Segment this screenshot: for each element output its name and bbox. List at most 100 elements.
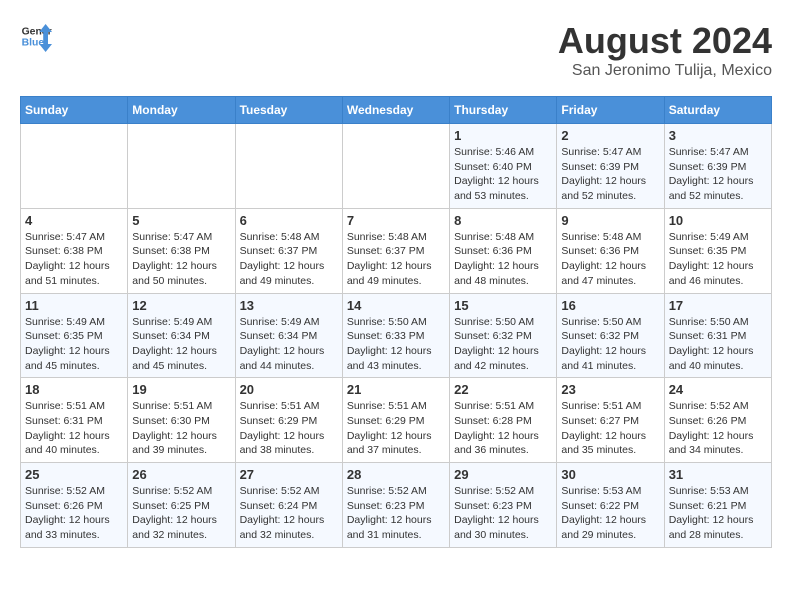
calendar-cell: 13Sunrise: 5:49 AMSunset: 6:34 PMDayligh… — [235, 293, 342, 378]
day-header-saturday: Saturday — [664, 97, 771, 124]
day-number: 6 — [240, 213, 338, 228]
calendar-table: SundayMondayTuesdayWednesdayThursdayFrid… — [20, 96, 772, 548]
day-info: Sunrise: 5:49 AMSunset: 6:35 PMDaylight:… — [669, 230, 767, 289]
calendar-cell: 26Sunrise: 5:52 AMSunset: 6:25 PMDayligh… — [128, 463, 235, 548]
day-info: Sunrise: 5:47 AMSunset: 6:38 PMDaylight:… — [132, 230, 230, 289]
day-number: 30 — [561, 467, 659, 482]
day-number: 31 — [669, 467, 767, 482]
day-info: Sunrise: 5:47 AMSunset: 6:39 PMDaylight:… — [561, 145, 659, 204]
week-row-2: 4 Sunrise: 5:47 AMSunset: 6:38 PMDaylight… — [21, 208, 772, 293]
day-info: Sunrise: 5:53 AMSunset: 6:21 PMDaylight:… — [669, 484, 767, 543]
day-number: 15 — [454, 298, 552, 313]
day-info: Sunrise: 5:49 AMSunset: 6:35 PMDaylight:… — [25, 315, 123, 374]
day-info: Sunrise: 5:48 AMSunset: 6:37 PMDaylight:… — [240, 230, 338, 289]
day-number: 9 — [561, 213, 659, 228]
day-number: 14 — [347, 298, 445, 313]
calendar-cell: 7Sunrise: 5:48 AMSunset: 6:37 PMDaylight… — [342, 208, 449, 293]
calendar-cell: 24Sunrise: 5:52 AMSunset: 6:26 PMDayligh… — [664, 378, 771, 463]
day-info: Sunrise: 5:51 AMSunset: 6:31 PMDaylight:… — [25, 399, 123, 458]
day-info: Sunrise: 5:52 AMSunset: 6:23 PMDaylight:… — [454, 484, 552, 543]
day-number: 18 — [25, 382, 123, 397]
day-number: 17 — [669, 298, 767, 313]
calendar-cell — [128, 124, 235, 209]
calendar-cell: 28 Sunrise: 5:52 AMSunset: 6:23 PMDayligh… — [342, 463, 449, 548]
day-info: Sunrise: 5:48 AMSunset: 6:36 PMDaylight:… — [454, 230, 552, 289]
day-header-wednesday: Wednesday — [342, 97, 449, 124]
day-number: 11 — [25, 298, 123, 313]
svg-text:Blue: Blue — [22, 38, 45, 49]
calendar-cell: 25Sunrise: 5:52 AMSunset: 6:26 PMDayligh… — [21, 463, 128, 548]
day-info: Sunrise: 5:51 AMSunset: 6:29 PMDaylight:… — [347, 399, 445, 458]
calendar-cell: 14 Sunrise: 5:50 AMSunset: 6:33 PMDayligh… — [342, 293, 449, 378]
day-header-tuesday: Tuesday — [235, 97, 342, 124]
day-header-monday: Monday — [128, 97, 235, 124]
day-number: 29 — [454, 467, 552, 482]
calendar-cell: 9 Sunrise: 5:48 AMSunset: 6:36 PMDaylight… — [557, 208, 664, 293]
calendar-cell: 18 Sunrise: 5:51 AMSunset: 6:31 PMDayligh… — [21, 378, 128, 463]
logo-icon: General Blue — [20, 20, 52, 52]
day-info: Sunrise: 5:52 AMSunset: 6:23 PMDaylight:… — [347, 484, 445, 543]
day-info: Sunrise: 5:48 AMSunset: 6:36 PMDaylight:… — [561, 230, 659, 289]
day-info: Sunrise: 5:51 AMSunset: 6:27 PMDaylight:… — [561, 399, 659, 458]
calendar-cell: 22 Sunrise: 5:51 AMSunset: 6:28 PMDayligh… — [450, 378, 557, 463]
calendar-cell: 6 Sunrise: 5:48 AMSunset: 6:37 PMDaylight… — [235, 208, 342, 293]
title-area: August 2024 San Jeronimo Tulija, Mexico — [558, 20, 772, 80]
calendar-header: SundayMondayTuesdayWednesdayThursdayFrid… — [21, 97, 772, 124]
day-info: Sunrise: 5:50 AMSunset: 6:31 PMDaylight:… — [669, 315, 767, 374]
day-info: Sunrise: 5:50 AMSunset: 6:32 PMDaylight:… — [561, 315, 659, 374]
calendar-cell: 11 Sunrise: 5:49 AMSunset: 6:35 PMDayligh… — [21, 293, 128, 378]
calendar-cell: 2 Sunrise: 5:47 AMSunset: 6:39 PMDaylight… — [557, 124, 664, 209]
day-info: Sunrise: 5:51 AMSunset: 6:29 PMDaylight:… — [240, 399, 338, 458]
day-number: 12 — [132, 298, 230, 313]
day-number: 28 — [347, 467, 445, 482]
header: General Blue August 2024 San Jeronimo Tu… — [20, 20, 772, 80]
calendar-cell: 29 Sunrise: 5:52 AMSunset: 6:23 PMDayligh… — [450, 463, 557, 548]
day-number: 8 — [454, 213, 552, 228]
calendar-cell — [342, 124, 449, 209]
calendar-cell: 3Sunrise: 5:47 AMSunset: 6:39 PMDaylight… — [664, 124, 771, 209]
day-info: Sunrise: 5:52 AMSunset: 6:26 PMDaylight:… — [669, 399, 767, 458]
calendar-cell: 21Sunrise: 5:51 AMSunset: 6:29 PMDayligh… — [342, 378, 449, 463]
day-header-sunday: Sunday — [21, 97, 128, 124]
location: San Jeronimo Tulija, Mexico — [558, 62, 772, 80]
week-row-1: 1Sunrise: 5:46 AMSunset: 6:40 PMDaylight… — [21, 124, 772, 209]
day-number: 13 — [240, 298, 338, 313]
calendar-cell: 4 Sunrise: 5:47 AMSunset: 6:38 PMDaylight… — [21, 208, 128, 293]
day-info: Sunrise: 5:53 AMSunset: 6:22 PMDaylight:… — [561, 484, 659, 543]
day-number: 22 — [454, 382, 552, 397]
day-info: Sunrise: 5:52 AMSunset: 6:26 PMDaylight:… — [25, 484, 123, 543]
calendar-cell: 16 Sunrise: 5:50 AMSunset: 6:32 PMDayligh… — [557, 293, 664, 378]
day-number: 23 — [561, 382, 659, 397]
day-number: 16 — [561, 298, 659, 313]
day-info: Sunrise: 5:49 AMSunset: 6:34 PMDaylight:… — [132, 315, 230, 374]
calendar-cell: 23 Sunrise: 5:51 AMSunset: 6:27 PMDayligh… — [557, 378, 664, 463]
calendar-cell: 8 Sunrise: 5:48 AMSunset: 6:36 PMDaylight… — [450, 208, 557, 293]
calendar-cell — [21, 124, 128, 209]
day-header-thursday: Thursday — [450, 97, 557, 124]
day-info: Sunrise: 5:51 AMSunset: 6:30 PMDaylight:… — [132, 399, 230, 458]
calendar-cell: 31 Sunrise: 5:53 AMSunset: 6:21 PMDayligh… — [664, 463, 771, 548]
day-info: Sunrise: 5:46 AMSunset: 6:40 PMDaylight:… — [454, 145, 552, 204]
day-info: Sunrise: 5:47 AMSunset: 6:38 PMDaylight:… — [25, 230, 123, 289]
day-number: 20 — [240, 382, 338, 397]
calendar-cell: 30 Sunrise: 5:53 AMSunset: 6:22 PMDayligh… — [557, 463, 664, 548]
day-number: 5 — [132, 213, 230, 228]
calendar-cell: 15 Sunrise: 5:50 AMSunset: 6:32 PMDayligh… — [450, 293, 557, 378]
calendar-cell — [235, 124, 342, 209]
day-info: Sunrise: 5:50 AMSunset: 6:33 PMDaylight:… — [347, 315, 445, 374]
day-info: Sunrise: 5:52 AMSunset: 6:24 PMDaylight:… — [240, 484, 338, 543]
day-number: 4 — [25, 213, 123, 228]
calendar-body: 1Sunrise: 5:46 AMSunset: 6:40 PMDaylight… — [21, 124, 772, 548]
week-row-5: 25Sunrise: 5:52 AMSunset: 6:26 PMDayligh… — [21, 463, 772, 548]
day-header-friday: Friday — [557, 97, 664, 124]
day-number: 10 — [669, 213, 767, 228]
day-number: 2 — [561, 128, 659, 143]
calendar-cell: 17 Sunrise: 5:50 AMSunset: 6:31 PMDayligh… — [664, 293, 771, 378]
day-info: Sunrise: 5:50 AMSunset: 6:32 PMDaylight:… — [454, 315, 552, 374]
calendar-cell: 12 Sunrise: 5:49 AMSunset: 6:34 PMDayligh… — [128, 293, 235, 378]
calendar-cell: 20 Sunrise: 5:51 AMSunset: 6:29 PMDayligh… — [235, 378, 342, 463]
day-info: Sunrise: 5:52 AMSunset: 6:25 PMDaylight:… — [132, 484, 230, 543]
day-info: Sunrise: 5:51 AMSunset: 6:28 PMDaylight:… — [454, 399, 552, 458]
day-number: 19 — [132, 382, 230, 397]
calendar-cell: 5 Sunrise: 5:47 AMSunset: 6:38 PMDaylight… — [128, 208, 235, 293]
